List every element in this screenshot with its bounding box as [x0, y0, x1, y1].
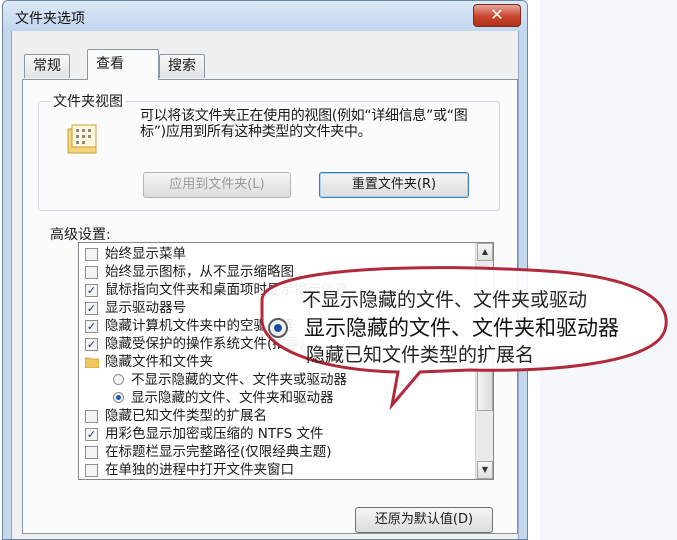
checkbox[interactable]: [85, 410, 98, 423]
folder-views-description: 可以将该文件夹正在使用的视图(例如“详细信息”或“图标”)应用到所有这种类型的文…: [140, 108, 468, 140]
list-item-label: 用彩色显示加密或压缩的 NTFS 文件: [105, 426, 324, 442]
list-item-label: 隐藏受保护的操作系统文件(推荐): [105, 336, 305, 352]
list-item[interactable]: 显示隐藏的文件、文件夹和驱动器: [113, 389, 334, 407]
window-title: 文件夹选项: [15, 11, 85, 27]
checkbox[interactable]: [85, 446, 98, 459]
checkbox[interactable]: ✓: [85, 338, 98, 351]
checkbox[interactable]: [85, 266, 98, 279]
list-item[interactable]: ✓ 隐藏计算机文件夹中的空驱动器: [85, 317, 294, 335]
list-item-label: 始终显示图标，从不显示缩略图: [105, 264, 294, 280]
tab-search[interactable]: 搜索: [159, 54, 205, 78]
arrow-up-icon: ▲: [481, 247, 489, 256]
checkbox[interactable]: ✓: [85, 428, 98, 441]
reset-folders-button[interactable]: 重置文件夹(R): [319, 172, 469, 198]
list-item[interactable]: ✓ 显示驱动器号: [85, 299, 186, 317]
list-item[interactable]: 不显示隐藏的文件、文件夹或驱动器: [113, 371, 347, 389]
advanced-settings-label: 高级设置:: [50, 227, 111, 243]
list-item-label: 隐藏已知文件类型的扩展名: [105, 408, 267, 424]
callout-show-hidden-text: 显示隐藏的文件、文件夹和驱动器: [304, 316, 619, 340]
list-item-label: 显示隐藏的文件、文件夹和驱动器: [131, 390, 334, 406]
close-icon: ✕: [490, 5, 504, 24]
tab-view[interactable]: 查看: [87, 49, 159, 80]
checkbox[interactable]: ✓: [85, 302, 98, 315]
apply-to-folders-button[interactable]: 应用到文件夹(L): [143, 172, 291, 198]
radio-button[interactable]: [113, 374, 124, 385]
list-item: 隐藏文件和文件夹: [85, 353, 213, 371]
list-item-label: 显示驱动器号: [105, 300, 186, 316]
restore-defaults-button[interactable]: 还原为默认值(D): [355, 507, 493, 533]
folder-views-title: 文件夹视图: [50, 91, 126, 111]
callout-hide-extensions-text: 隐藏已知文件类型的扩展名: [306, 344, 535, 366]
list-item[interactable]: 在单独的进程中打开文件夹窗口: [85, 461, 294, 479]
list-item[interactable]: 隐藏已知文件类型的扩展名: [85, 407, 267, 425]
list-item-label: 不显示隐藏的文件、文件夹或驱动器: [131, 372, 347, 388]
scroll-up-button[interactable]: ▲: [477, 243, 493, 261]
list-item-label: 在标题栏显示完整路径(仅限经典主题): [105, 444, 332, 460]
scroll-down-button[interactable]: ▼: [477, 461, 493, 479]
radio-button[interactable]: [113, 392, 124, 403]
checkbox[interactable]: [85, 464, 98, 477]
list-item-label: 隐藏文件和文件夹: [105, 354, 213, 370]
list-item-label: 隐藏计算机文件夹中的空驱动器: [105, 318, 294, 334]
callout-radio-selected: [268, 318, 288, 338]
list-item[interactable]: ✓ 隐藏受保护的操作系统文件(推荐): [85, 335, 305, 353]
tab-general[interactable]: 常规: [24, 54, 70, 78]
close-button[interactable]: ✕: [473, 4, 521, 27]
background-panel: [540, 0, 677, 540]
checkbox[interactable]: ✓: [85, 284, 98, 297]
list-item[interactable]: 始终显示图标，从不显示缩略图: [85, 263, 294, 281]
list-item-label: 在单独的进程中打开文件夹窗口: [105, 462, 294, 478]
callout-hide-files-text: 不显示隐藏的文件、文件夹或驱动: [302, 289, 588, 311]
checkbox[interactable]: ✓: [85, 320, 98, 333]
list-item[interactable]: 始终显示菜单: [85, 245, 186, 263]
arrow-down-icon: ▼: [481, 465, 489, 474]
title-bar: 文件夹选项 ✕: [3, 1, 527, 31]
list-item[interactable]: ✓ 用彩色显示加密或压缩的 NTFS 文件: [85, 425, 324, 443]
checkbox[interactable]: [85, 248, 98, 261]
folder-icon: [85, 357, 99, 368]
list-item[interactable]: 在标题栏显示完整路径(仅限经典主题): [85, 443, 332, 461]
list-item-label: 始终显示菜单: [105, 246, 186, 262]
folder-view-icon: [67, 124, 97, 154]
